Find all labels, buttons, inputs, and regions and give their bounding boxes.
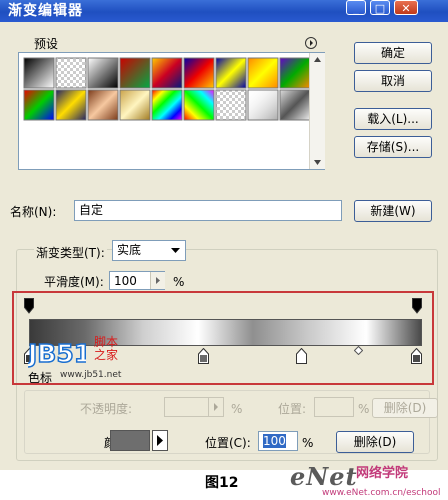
window-title: 渐变编辑器 — [8, 3, 83, 19]
color-stop-icon[interactable] — [198, 348, 209, 364]
preset-swatch — [247, 89, 279, 121]
color-location-unit: % — [302, 436, 314, 450]
jb51-cn2: 之家 — [94, 348, 119, 362]
ok-button[interactable]: 确定 — [354, 42, 432, 64]
preset-swatch — [215, 89, 247, 121]
gradient-type-select[interactable]: 实底 — [112, 240, 186, 261]
delete-opacity-stop-button[interactable]: 删除(D) — [372, 398, 438, 418]
preset-swatch — [55, 57, 87, 89]
chevron-down-icon — [171, 248, 180, 253]
circle-arrow-right-icon[interactable] — [305, 37, 317, 49]
preset-swatch — [151, 89, 183, 121]
stops-group-label: 色标 — [28, 371, 53, 385]
preset-swatch — [183, 89, 215, 121]
color-swatch[interactable] — [110, 430, 150, 451]
enet-url: www.eNet.com.cn/eschool — [322, 488, 441, 498]
preset-swatch — [215, 57, 247, 89]
color-location-label: 位置(C): — [205, 436, 251, 450]
jb51-logo: JB51 — [25, 338, 92, 369]
load-button[interactable]: 载入(L)... — [354, 108, 432, 130]
opacity-location-label: 位置: — [278, 402, 307, 416]
color-location-value: 100 — [263, 434, 286, 448]
preset-swatch — [247, 57, 279, 89]
preset-swatch — [55, 89, 87, 121]
preset-swatch — [151, 57, 183, 89]
minimize-button[interactable]: _ — [346, 0, 366, 15]
name-field[interactable]: 自定 — [74, 200, 342, 221]
opacity-stop-left-icon[interactable] — [24, 298, 34, 314]
preset-swatch — [183, 57, 215, 89]
opacity-location-unit: % — [358, 402, 370, 416]
save-button[interactable]: 存储(S)... — [354, 136, 432, 158]
gradient-preview-bar[interactable] — [29, 319, 422, 346]
preset-swatch — [119, 89, 151, 121]
svg-text:JB51: JB51 — [28, 339, 86, 368]
preset-swatch — [279, 89, 311, 121]
new-button[interactable]: 新建(W) — [354, 200, 432, 222]
jb51-url: www.jb51.net — [60, 370, 122, 380]
enet-cn: 网络学院 — [356, 466, 409, 481]
name-label: 名称(N): — [10, 205, 57, 219]
opacity-stop-right-icon[interactable] — [412, 298, 422, 314]
preset-swatch — [119, 57, 151, 89]
smoothness-stepper-icon[interactable] — [150, 272, 165, 289]
delete-color-stop-button[interactable]: 删除(D) — [336, 431, 414, 453]
presets-list[interactable] — [18, 52, 325, 170]
cancel-button[interactable]: 取消 — [354, 70, 432, 92]
gradient-type-label: 渐变类型(T): — [34, 245, 107, 261]
midpoint-diamond-icon[interactable] — [354, 346, 363, 355]
close-button[interactable]: ✕ — [394, 0, 418, 15]
color-stop-right-icon[interactable] — [411, 348, 422, 364]
figure-caption: 图12 — [205, 475, 239, 491]
preset-swatch — [279, 57, 311, 89]
smoothness-label: 平滑度(M): — [44, 275, 104, 289]
preset-swatch — [23, 57, 55, 89]
preset-swatch — [23, 89, 55, 121]
opacity-stepper-icon[interactable] — [208, 398, 224, 416]
preset-swatch — [87, 89, 119, 121]
jb51-text: 脚本 之家 — [94, 336, 118, 362]
preset-swatch — [87, 57, 119, 89]
gradient-type-value: 实底 — [117, 243, 142, 257]
maximize-button[interactable]: □ — [370, 0, 390, 15]
opacity-unit: % — [231, 402, 243, 416]
color-stop-icon[interactable] — [296, 348, 307, 364]
presets-label: 预设 — [34, 37, 59, 51]
color-location-field[interactable]: 100 — [258, 431, 298, 451]
presets-scrollbar[interactable] — [309, 53, 325, 169]
enet-logo: eNet — [290, 462, 358, 491]
opacity-location-field[interactable] — [314, 397, 354, 417]
smoothness-unit: % — [173, 275, 185, 289]
opacity-label: 不透明度: — [80, 402, 133, 416]
color-menu-arrow-icon[interactable] — [152, 430, 168, 451]
